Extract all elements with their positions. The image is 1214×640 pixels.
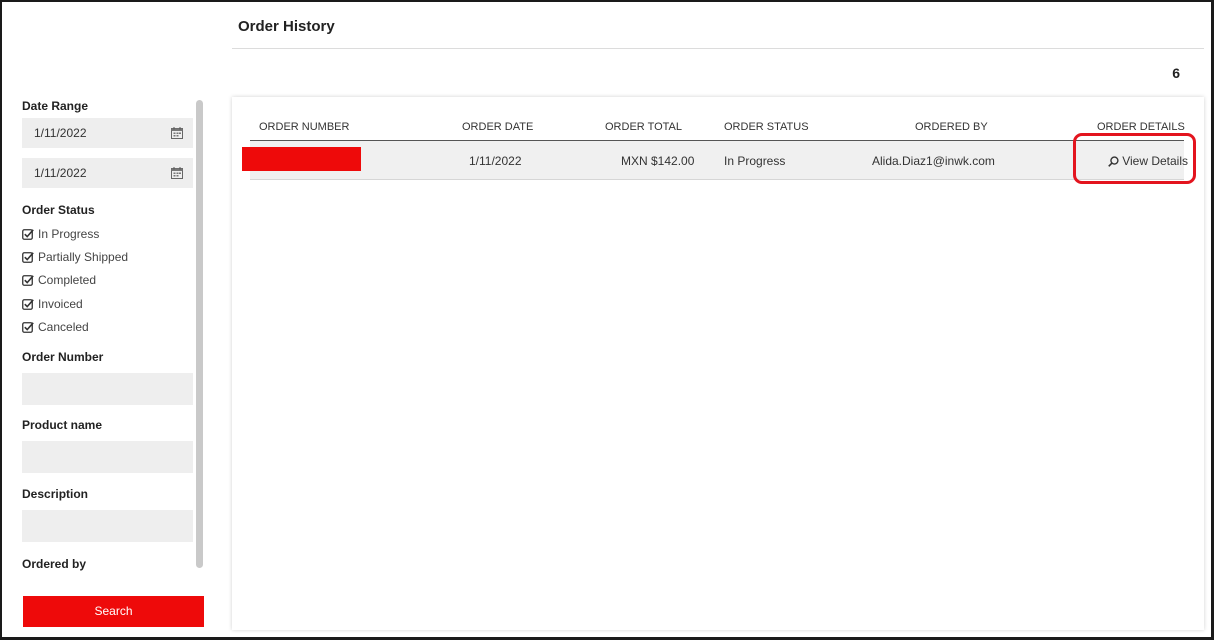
status-label: Partially Shipped [38, 250, 129, 265]
result-count: 6 [1172, 65, 1180, 81]
table-row[interactable]: 1/11/2022 MXN $142.00 In Progress Alida.… [250, 141, 1188, 180]
description-label: Description [22, 486, 89, 501]
checkbox-checked-icon [22, 298, 34, 310]
date-from-value: 1/11/2022 [34, 126, 87, 140]
checkbox-checked-icon [22, 228, 34, 240]
status-label: Invoiced [38, 296, 83, 311]
column-header-order-date: ORDER DATE [462, 121, 534, 133]
calendar-icon[interactable] [171, 167, 183, 179]
status-label: Canceled [38, 320, 89, 335]
status-label: Completed [38, 273, 97, 288]
status-checkbox-canceled[interactable]: Canceled [22, 316, 204, 339]
product-name-input[interactable] [22, 440, 193, 473]
sidebar-scrollbar[interactable] [196, 100, 203, 568]
order-number-label: Order Number [22, 349, 104, 364]
order-status-cell: In Progress [724, 154, 786, 168]
order-status-label: Order Status [22, 203, 95, 217]
status-checkbox-completed[interactable]: Completed [22, 269, 204, 292]
checkbox-checked-icon [22, 252, 34, 263]
status-checkbox-invoiced[interactable]: Invoiced [22, 292, 204, 315]
app-frame: Order History 6 Date Range 1/11/2022 1/1… [0, 0, 1214, 640]
description-input[interactable] [22, 509, 193, 542]
status-checkbox-in-progress[interactable]: In Progress [22, 222, 204, 245]
search-button[interactable]: Search [23, 596, 204, 627]
product-name-label: Product name [22, 417, 103, 432]
column-header-order-number: ORDER NUMBER [259, 121, 350, 133]
checkbox-checked-icon [22, 322, 34, 334]
column-header-ordered-by: ORDERED BY [915, 121, 988, 133]
date-from-input[interactable]: 1/11/2022 [22, 118, 193, 148]
redacted-order-number [242, 147, 361, 171]
results-panel: ORDER NUMBER ORDER DATE ORDER TOTAL ORDE… [232, 97, 1204, 630]
date-range-label: Date Range [22, 99, 89, 113]
ordered-by-label: Ordered by [22, 556, 87, 571]
calendar-icon[interactable] [171, 127, 183, 139]
header-divider [232, 48, 1204, 49]
status-label: In Progress [38, 226, 100, 241]
column-header-order-details: ORDER DETAILS [1097, 121, 1185, 133]
order-date-cell: 1/11/2022 [469, 154, 522, 168]
page-title: Order History [238, 18, 335, 35]
order-number-input[interactable] [22, 372, 193, 405]
date-to-input[interactable]: 1/11/2022 [22, 158, 193, 188]
highlight-annotation [1073, 133, 1196, 184]
column-header-order-status: ORDER STATUS [724, 121, 809, 133]
column-header-order-total: ORDER TOTAL [605, 121, 683, 133]
order-total-cell: MXN $142.00 [621, 154, 695, 168]
filter-sidebar: Date Range 1/11/2022 1/11/2022 Order Sta… [22, 94, 204, 580]
date-to-value: 1/11/2022 [34, 166, 87, 180]
status-checkbox-partially-shipped[interactable]: Partially Shipped [22, 245, 204, 268]
checkbox-checked-icon [22, 275, 34, 287]
ordered-by-cell: Alida.Diaz1@inwk.com [872, 154, 995, 168]
